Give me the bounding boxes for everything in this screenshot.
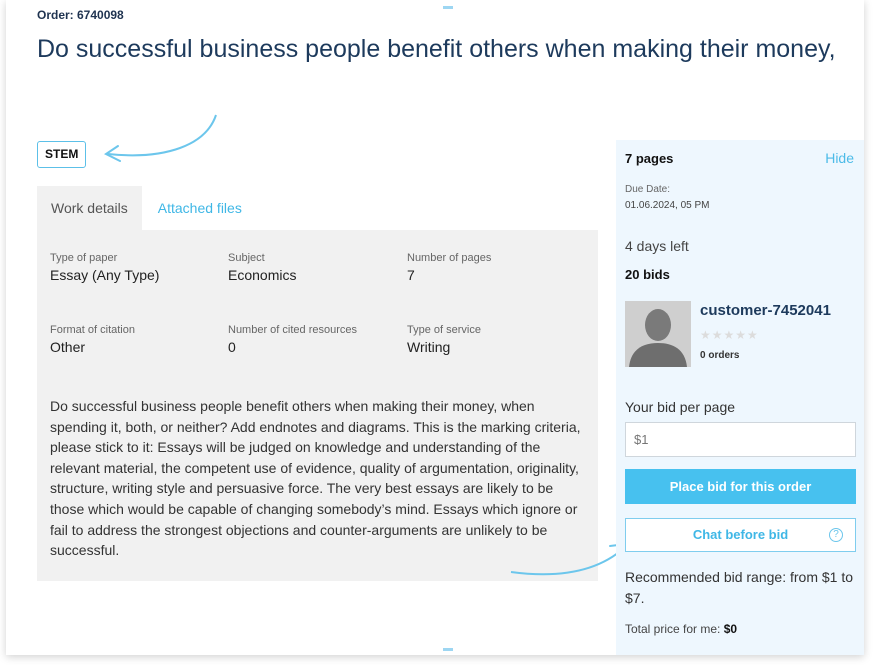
- field-label: Format of citation: [50, 324, 135, 336]
- page-title: Do successful business people benefit ot…: [37, 35, 836, 63]
- user-silhouette-icon: [625, 301, 691, 367]
- field-label: Subject: [228, 252, 265, 264]
- customer-name[interactable]: customer-7452041: [700, 302, 831, 319]
- chat-button-label: Chat before bid: [692, 527, 789, 542]
- pages-count: 7 pages: [625, 151, 674, 166]
- hide-link[interactable]: Hide: [825, 150, 854, 166]
- days-left: 4 days left: [625, 238, 689, 254]
- place-bid-button[interactable]: Place bid for this order: [625, 469, 856, 504]
- field-number-of-pages: Number of pages 7: [407, 252, 577, 283]
- category-tag[interactable]: STEM: [37, 141, 87, 168]
- bids-count: 20 bids: [625, 267, 670, 282]
- field-value: 7: [407, 267, 415, 283]
- annotation-arrow-icon: [104, 114, 217, 162]
- due-date-label: Due Date:: [625, 184, 671, 195]
- bid-sidebar: 7 pages Hide Due Date: 01.06.2024, 05 PM…: [616, 140, 864, 655]
- field-value: Other: [50, 339, 86, 355]
- help-icon[interactable]: ?: [829, 528, 843, 542]
- bid-input[interactable]: [625, 422, 856, 457]
- total-price-label: Total price for me:: [625, 622, 721, 636]
- field-value: Writing: [407, 339, 451, 355]
- bottom-handle: [443, 648, 453, 651]
- field-label: Type of service: [407, 324, 481, 336]
- tab-attached-files[interactable]: Attached files: [142, 186, 256, 230]
- tab-bar: Work details Attached files: [37, 186, 256, 230]
- field-value: Essay (Any Type): [50, 267, 160, 283]
- customer-avatar: [625, 301, 691, 367]
- field-type-of-paper: Type of paper Essay (Any Type): [50, 252, 220, 283]
- customer-orders: 0 orders: [700, 350, 740, 361]
- chat-before-bid-button[interactable]: Chat before bid ?: [625, 518, 856, 552]
- field-label: Number of pages: [407, 252, 492, 264]
- order-number: Order: 6740098: [37, 8, 124, 22]
- order-card: Order: 6740098 Do successful business pe…: [6, 0, 864, 655]
- field-format-of-citation: Format of citation Other: [50, 324, 220, 355]
- tab-work-details[interactable]: Work details: [37, 186, 142, 230]
- due-date-value: 01.06.2024, 05 PM: [625, 200, 710, 211]
- field-value: 0: [228, 339, 236, 355]
- field-label: Type of paper: [50, 252, 118, 264]
- field-cited-resources: Number of cited resources 0: [228, 324, 398, 355]
- order-description: Do successful business people benefit ot…: [50, 398, 581, 559]
- field-subject: Subject Economics: [228, 252, 398, 283]
- field-value: Economics: [228, 267, 297, 283]
- field-label: Number of cited resources: [228, 324, 357, 336]
- work-details-panel: Type of paper Essay (Any Type) Subject E…: [37, 230, 598, 581]
- rating-stars-icon: ★★★★★: [700, 328, 759, 342]
- top-handle: [443, 6, 453, 9]
- recommended-range: Recommended bid range: from $1 to $7.: [625, 569, 854, 606]
- total-price: Total price for me: $0: [625, 622, 737, 636]
- bid-label: Your bid per page: [625, 399, 736, 415]
- field-type-of-service: Type of service Writing: [407, 324, 577, 355]
- total-price-value: $0: [723, 622, 738, 636]
